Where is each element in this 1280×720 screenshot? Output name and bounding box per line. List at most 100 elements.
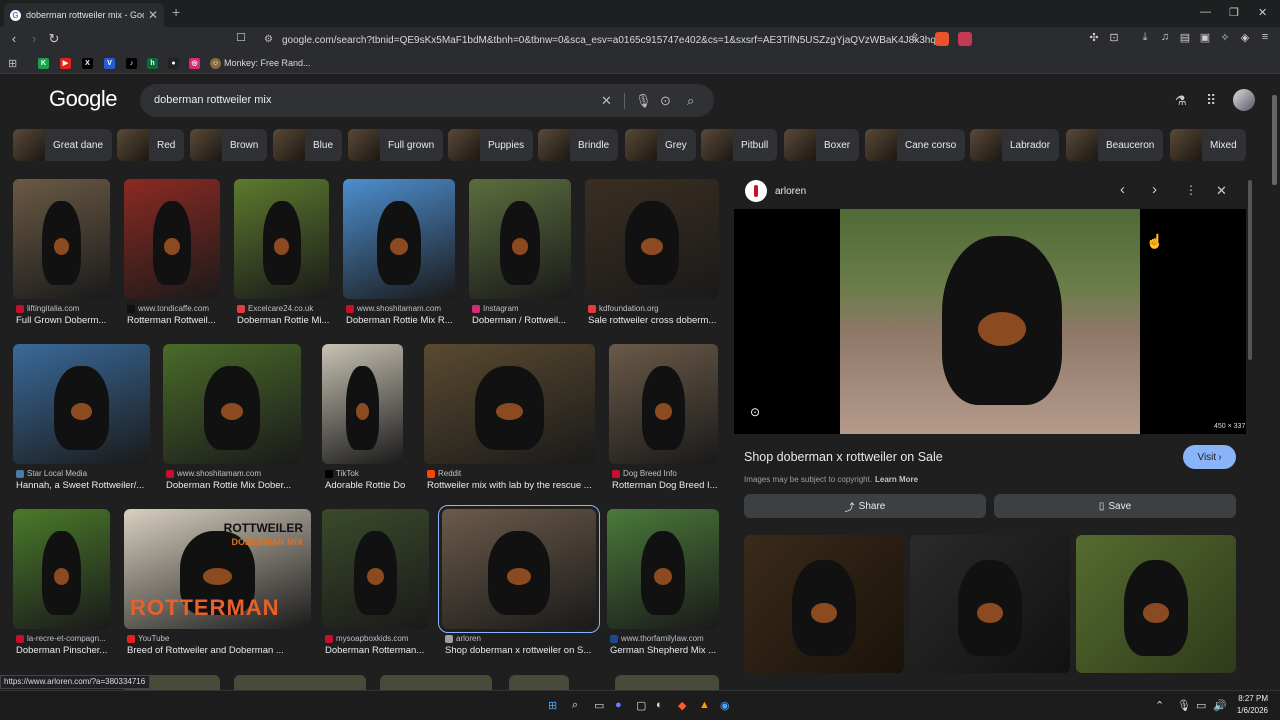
- result-caption[interactable]: Doberman / Rottweil...: [472, 315, 574, 326]
- result-source[interactable]: YouTube: [127, 634, 314, 643]
- result-source[interactable]: kdfoundation.org: [588, 304, 722, 313]
- chip-puppies[interactable]: Puppies: [448, 129, 534, 161]
- mic-tray-icon[interactable]: 🎙: [1177, 699, 1191, 712]
- chip-blue[interactable]: Blue: [273, 129, 343, 161]
- lens-icon[interactable]: ⊙: [750, 405, 760, 419]
- result-thumbnail[interactable]: [607, 509, 719, 629]
- result-source[interactable]: Excelcare24.co.uk: [237, 304, 332, 313]
- result-thumbnail[interactable]: [380, 675, 492, 690]
- chip-boxer[interactable]: Boxer: [784, 129, 860, 161]
- chip-red[interactable]: Red: [117, 129, 185, 161]
- site-info-icon[interactable]: ⚙: [264, 34, 273, 45]
- result-caption[interactable]: Sale rottweiler cross doberm...: [588, 315, 722, 326]
- close-tab-icon[interactable]: ✕: [148, 8, 158, 22]
- clock-time[interactable]: 8:27 PM: [1230, 694, 1268, 703]
- prev-image-icon[interactable]: ‹: [1120, 181, 1125, 198]
- preview-image[interactable]: ⊙ 450 × 337: [734, 209, 1246, 434]
- page-scrollbar[interactable]: [1272, 95, 1277, 185]
- result-caption[interactable]: Hannah, a Sweet Rottweiler/...: [16, 480, 153, 491]
- share-url-icon[interactable]: ⇪: [906, 31, 924, 44]
- result-thumbnail[interactable]: [234, 675, 366, 690]
- chip-grey[interactable]: Grey: [625, 129, 696, 161]
- result-caption[interactable]: Full Grown Doberm...: [16, 315, 113, 326]
- lens-search-icon[interactable]: ⊙: [660, 93, 671, 109]
- result-thumbnail[interactable]: [13, 179, 110, 299]
- browser-tab[interactable]: G doberman rottweiler mix - Goog ✕: [4, 3, 164, 27]
- bookmark-monkey[interactable]: Monkey: Free Rand...: [224, 58, 311, 68]
- result-caption[interactable]: Doberman Rotterman...: [325, 645, 432, 656]
- result-thumbnail[interactable]: [124, 179, 220, 299]
- google-logo[interactable]: Google: [49, 86, 117, 112]
- result-caption[interactable]: Doberman Rottie Mix Dober...: [166, 480, 304, 491]
- result-caption[interactable]: Breed of Rottweiler and Doberman ...: [127, 645, 314, 656]
- result-caption[interactable]: Doberman Pinscher...: [16, 645, 113, 656]
- result-source[interactable]: TikTok: [325, 469, 406, 478]
- search-box[interactable]: doberman rottweiler mix ✕ 🎙 ⊙ ⌕: [140, 84, 714, 117]
- kick-icon[interactable]: K: [38, 58, 49, 69]
- result-caption[interactable]: Doberman Rottie Mi...: [237, 315, 332, 326]
- chip-beauceron[interactable]: Beauceron: [1066, 129, 1164, 161]
- steam-icon[interactable]: ◉: [720, 699, 730, 712]
- tray-chevron-icon[interactable]: ⌃: [1155, 699, 1164, 712]
- tiktok-icon[interactable]: ♪: [126, 58, 137, 69]
- sidebar-icon[interactable]: ▤: [1176, 31, 1194, 44]
- close-window-icon[interactable]: ✕: [1258, 6, 1267, 19]
- share-button[interactable]: ⤴ Share: [744, 494, 986, 518]
- discord-icon[interactable]: ●: [615, 699, 622, 711]
- google-apps-icon[interactable]: ⠿: [1206, 92, 1216, 109]
- network-icon[interactable]: ▭: [1196, 699, 1206, 712]
- bookmark-v-icon[interactable]: V: [104, 58, 115, 69]
- volume-icon[interactable]: 🔊: [1213, 699, 1227, 712]
- search-query[interactable]: doberman rottweiler mix: [154, 94, 271, 106]
- result-thumbnail[interactable]: [509, 675, 569, 690]
- related-image[interactable]: [744, 535, 904, 673]
- extensions-icon[interactable]: ✣: [1085, 31, 1103, 44]
- result-caption[interactable]: Rottweiler mix with lab by the rescue ..…: [427, 480, 598, 491]
- result-caption[interactable]: Rotterman Dog Breed I...: [612, 480, 721, 491]
- bookmark-circle-icon[interactable]: ●: [168, 58, 179, 69]
- related-image[interactable]: [1076, 535, 1236, 673]
- download-icon[interactable]: ⤓: [1136, 31, 1154, 44]
- visit-button[interactable]: Visit ›: [1183, 445, 1236, 469]
- chip-mixed[interactable]: Mixed: [1170, 129, 1246, 161]
- result-thumbnail[interactable]: [322, 509, 429, 629]
- menu-icon[interactable]: ≡: [1256, 31, 1274, 43]
- task-view-icon[interactable]: ▭: [594, 699, 604, 712]
- chip-cane-corso[interactable]: Cane corso: [865, 129, 966, 161]
- bookmark-h-icon[interactable]: h: [147, 58, 158, 69]
- related-image[interactable]: [910, 535, 1070, 673]
- result-thumbnail[interactable]: [234, 179, 329, 299]
- taskbar-app2-icon[interactable]: ▲: [699, 699, 710, 711]
- result-caption[interactable]: German Shepherd Mix ...: [610, 645, 722, 656]
- reload-icon[interactable]: ↻: [45, 31, 63, 47]
- result-source[interactable]: Instagram: [472, 304, 574, 313]
- result-caption[interactable]: Rotterman Rottweil...: [127, 315, 223, 326]
- labs-icon[interactable]: ⚗: [1175, 93, 1187, 109]
- minimize-icon[interactable]: —: [1200, 6, 1211, 18]
- chip-pitbull[interactable]: Pitbull: [701, 129, 778, 161]
- chip-labrador[interactable]: Labrador: [970, 129, 1060, 161]
- result-source[interactable]: liftingitalia.com: [16, 304, 113, 313]
- panel-site-name[interactable]: arloren: [775, 186, 806, 197]
- search-icon[interactable]: ⌕: [687, 93, 694, 109]
- result-thumbnail[interactable]: [469, 179, 571, 299]
- windows-start-icon[interactable]: ⊞: [548, 699, 557, 712]
- result-thumbnail[interactable]: ROTTWEILER DOBERMAN MIX ROTTERMAN: [124, 509, 311, 629]
- result-caption[interactable]: Shop doberman x rottweiler on S...: [445, 645, 599, 656]
- panel-title[interactable]: Shop doberman x rottweiler on Sale: [744, 450, 943, 464]
- instagram-icon[interactable]: ◎: [189, 58, 200, 69]
- result-source[interactable]: Star Local Media: [16, 469, 153, 478]
- result-caption[interactable]: Adorable Rottie Do...: [325, 480, 406, 491]
- result-source[interactable]: Dog Breed Info: [612, 469, 721, 478]
- result-source[interactable]: arloren: [445, 634, 599, 643]
- result-source[interactable]: www.tondicaffe.com: [127, 304, 223, 313]
- clock-date[interactable]: 1/6/2026: [1230, 706, 1268, 715]
- panel-scrollbar[interactable]: [1248, 180, 1252, 360]
- brave-shield-icon[interactable]: [935, 32, 949, 46]
- x-icon[interactable]: X: [82, 58, 93, 69]
- brave-rewards-icon[interactable]: [958, 32, 972, 46]
- result-thumbnail[interactable]: [438, 505, 600, 633]
- avatar[interactable]: [1233, 89, 1255, 111]
- file-explorer-icon[interactable]: ▢: [636, 699, 646, 712]
- clear-search-icon[interactable]: ✕: [601, 93, 612, 109]
